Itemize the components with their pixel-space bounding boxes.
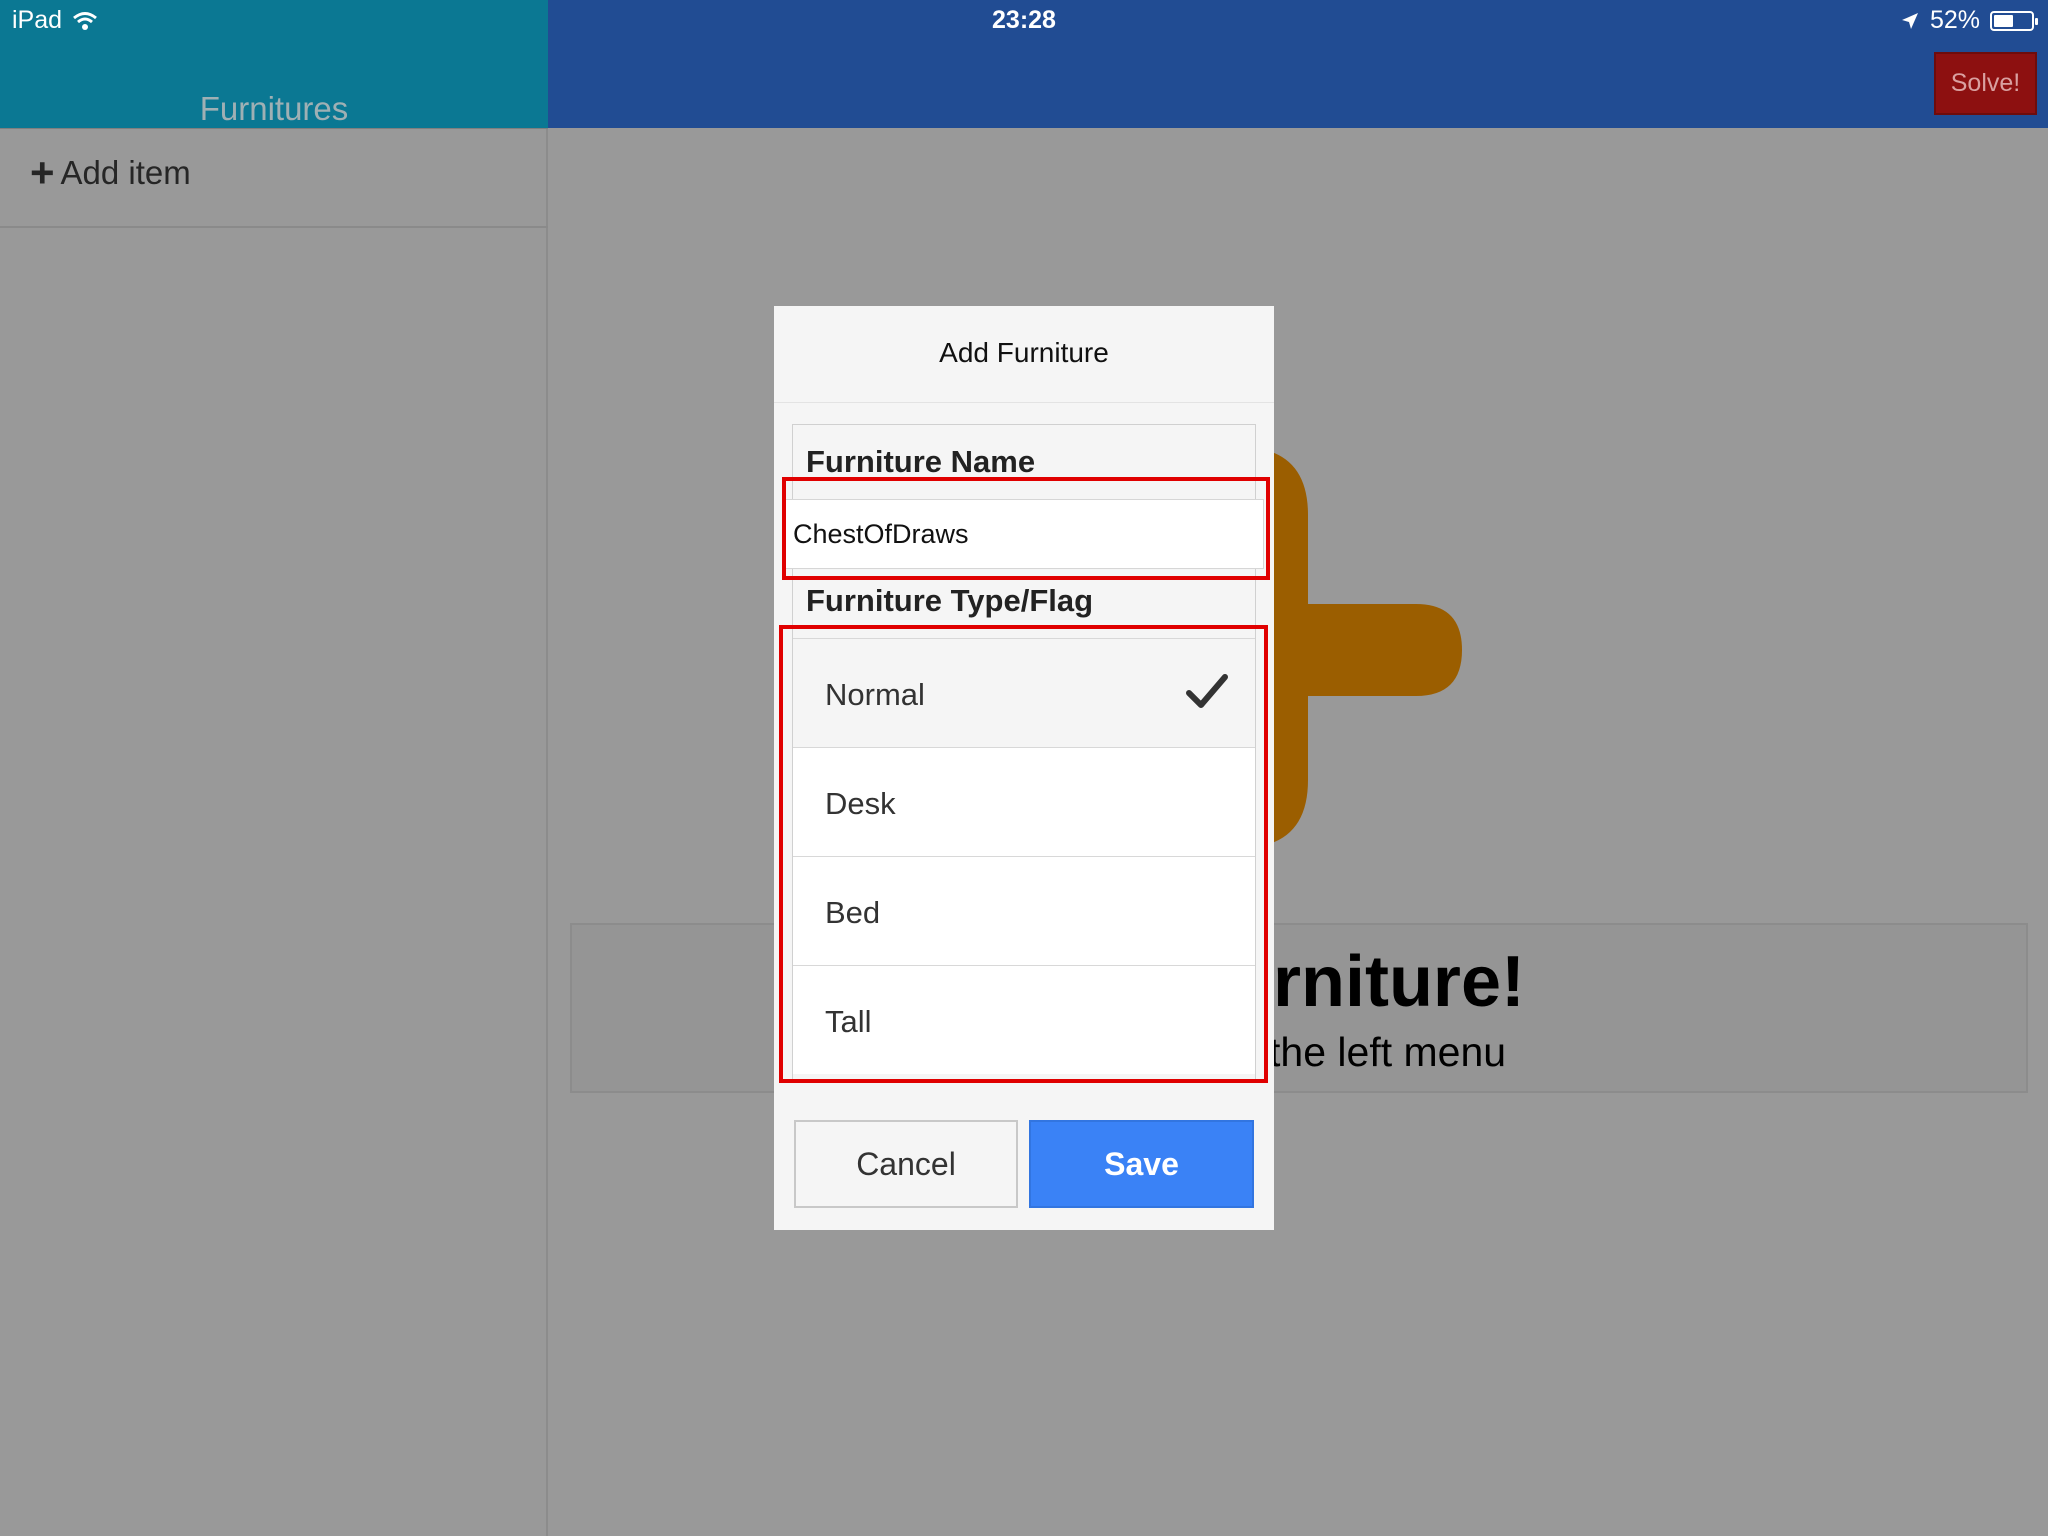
status-right: 52% <box>1900 6 2038 35</box>
checkmark-icon <box>1186 674 1228 708</box>
battery-level <box>1994 14 2013 27</box>
clock: 23:28 <box>992 6 1056 34</box>
save-button[interactable]: Save <box>1029 1120 1254 1208</box>
add-furniture-dialog: Add Furniture Furniture Name Furniture T… <box>774 306 1274 1230</box>
type-option-bed[interactable]: Bed <box>793 856 1255 965</box>
option-label: Normal <box>825 677 925 712</box>
type-option-tall[interactable]: Tall <box>793 965 1255 1074</box>
cancel-button[interactable]: Cancel <box>794 1120 1018 1208</box>
location-arrow-icon <box>1901 12 1918 29</box>
furniture-name-input[interactable] <box>784 499 1264 569</box>
status-bar: iPad 23:28 52% <box>0 0 2048 44</box>
dialog-header: Add Furniture <box>774 306 1274 403</box>
battery-percent: 52% <box>1929 6 1980 34</box>
type-option-desk[interactable]: Desk <box>793 747 1255 856</box>
battery-icon <box>1990 10 2038 31</box>
type-option-normal[interactable]: Normal <box>793 638 1255 747</box>
option-label: Bed <box>825 895 881 930</box>
furniture-name-label: Furniture Name <box>806 444 1036 479</box>
furniture-type-list: Normal Desk Bed Tall <box>793 638 1255 1074</box>
option-label: Tall <box>825 1004 872 1039</box>
dialog-title: Add Furniture <box>939 337 1109 368</box>
furniture-type-label: Furniture Type/Flag <box>806 583 1094 618</box>
option-label: Desk <box>825 786 896 821</box>
